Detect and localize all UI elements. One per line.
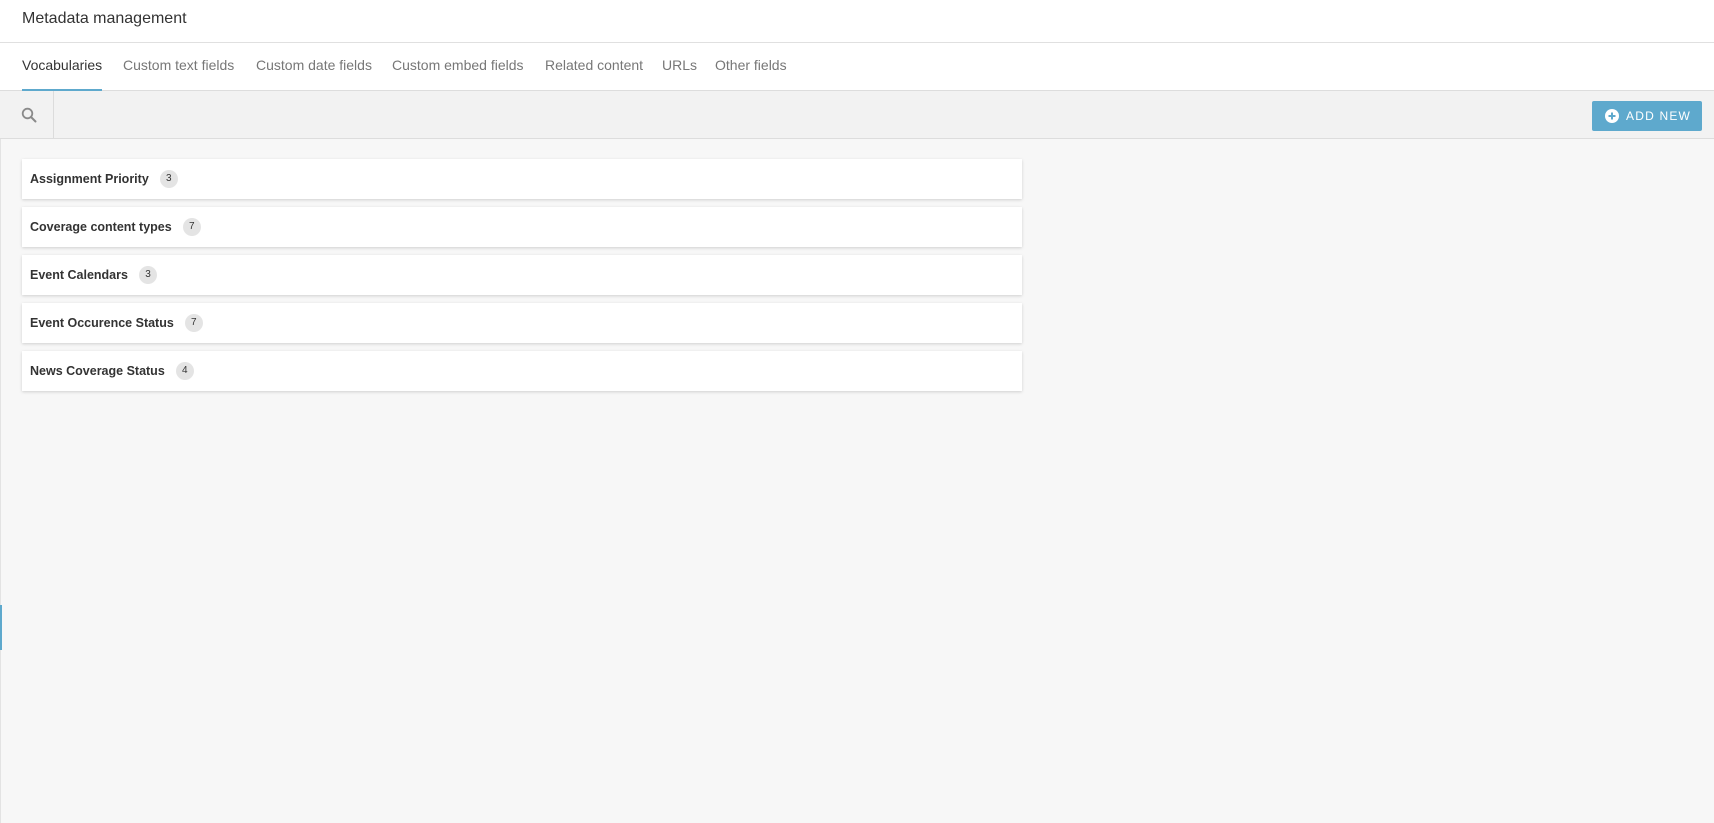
add-new-label: ADD NEW [1626, 109, 1692, 123]
vocabulary-name: Event Occurence Status [30, 316, 174, 330]
list-item-content: Coverage content types 7 [30, 207, 201, 247]
count-badge: 7 [182, 218, 201, 236]
vocabulary-name: Assignment Priority [30, 172, 149, 186]
tab-custom-date-fields[interactable]: Custom date fields [256, 43, 372, 91]
count-badge: 3 [159, 170, 178, 188]
list-item[interactable]: Event Calendars 3 [22, 255, 1022, 295]
list-item-content: Event Occurence Status 7 [30, 303, 203, 343]
sidebar-edge-marker [0, 605, 2, 650]
header: Metadata management [0, 0, 1714, 43]
toolbar: ADD NEW [0, 91, 1714, 139]
tab-custom-text-fields[interactable]: Custom text fields [123, 43, 234, 91]
list-item[interactable]: Coverage content types 7 [22, 207, 1022, 247]
tab-other-fields[interactable]: Other fields [715, 43, 787, 91]
tab-custom-embed-fields[interactable]: Custom embed fields [392, 43, 524, 91]
search-button[interactable] [0, 91, 54, 138]
list-item-content: News Coverage Status 4 [30, 351, 194, 391]
count-badge: 3 [138, 266, 157, 284]
plus-circle-icon [1605, 109, 1619, 123]
vocabulary-name: Event Calendars [30, 268, 128, 282]
left-border [0, 139, 1, 823]
tab-related-content[interactable]: Related content [545, 43, 643, 91]
page-title: Metadata management [22, 10, 187, 27]
count-badge: 7 [184, 314, 203, 332]
app: Metadata management Vocabularies Custom … [0, 0, 1714, 823]
count-badge: 4 [175, 362, 194, 380]
vocabulary-list: Assignment Priority 3 Coverage content t… [22, 159, 1022, 399]
tab-bar: Vocabularies Custom text fields Custom d… [0, 43, 1714, 92]
vocabulary-name: News Coverage Status [30, 364, 165, 378]
list-item[interactable]: Assignment Priority 3 [22, 159, 1022, 199]
list-item-content: Assignment Priority 3 [30, 159, 178, 199]
tab-urls[interactable]: URLs [662, 43, 697, 91]
add-new-button[interactable]: ADD NEW [1592, 101, 1702, 131]
list-item-content: Event Calendars 3 [30, 255, 157, 295]
tab-vocabularies[interactable]: Vocabularies [22, 43, 103, 92]
search-icon [21, 107, 37, 123]
list-item[interactable]: Event Occurence Status 7 [22, 303, 1022, 343]
vocabulary-name: Coverage content types [30, 220, 172, 234]
list-item[interactable]: News Coverage Status 4 [22, 351, 1022, 391]
